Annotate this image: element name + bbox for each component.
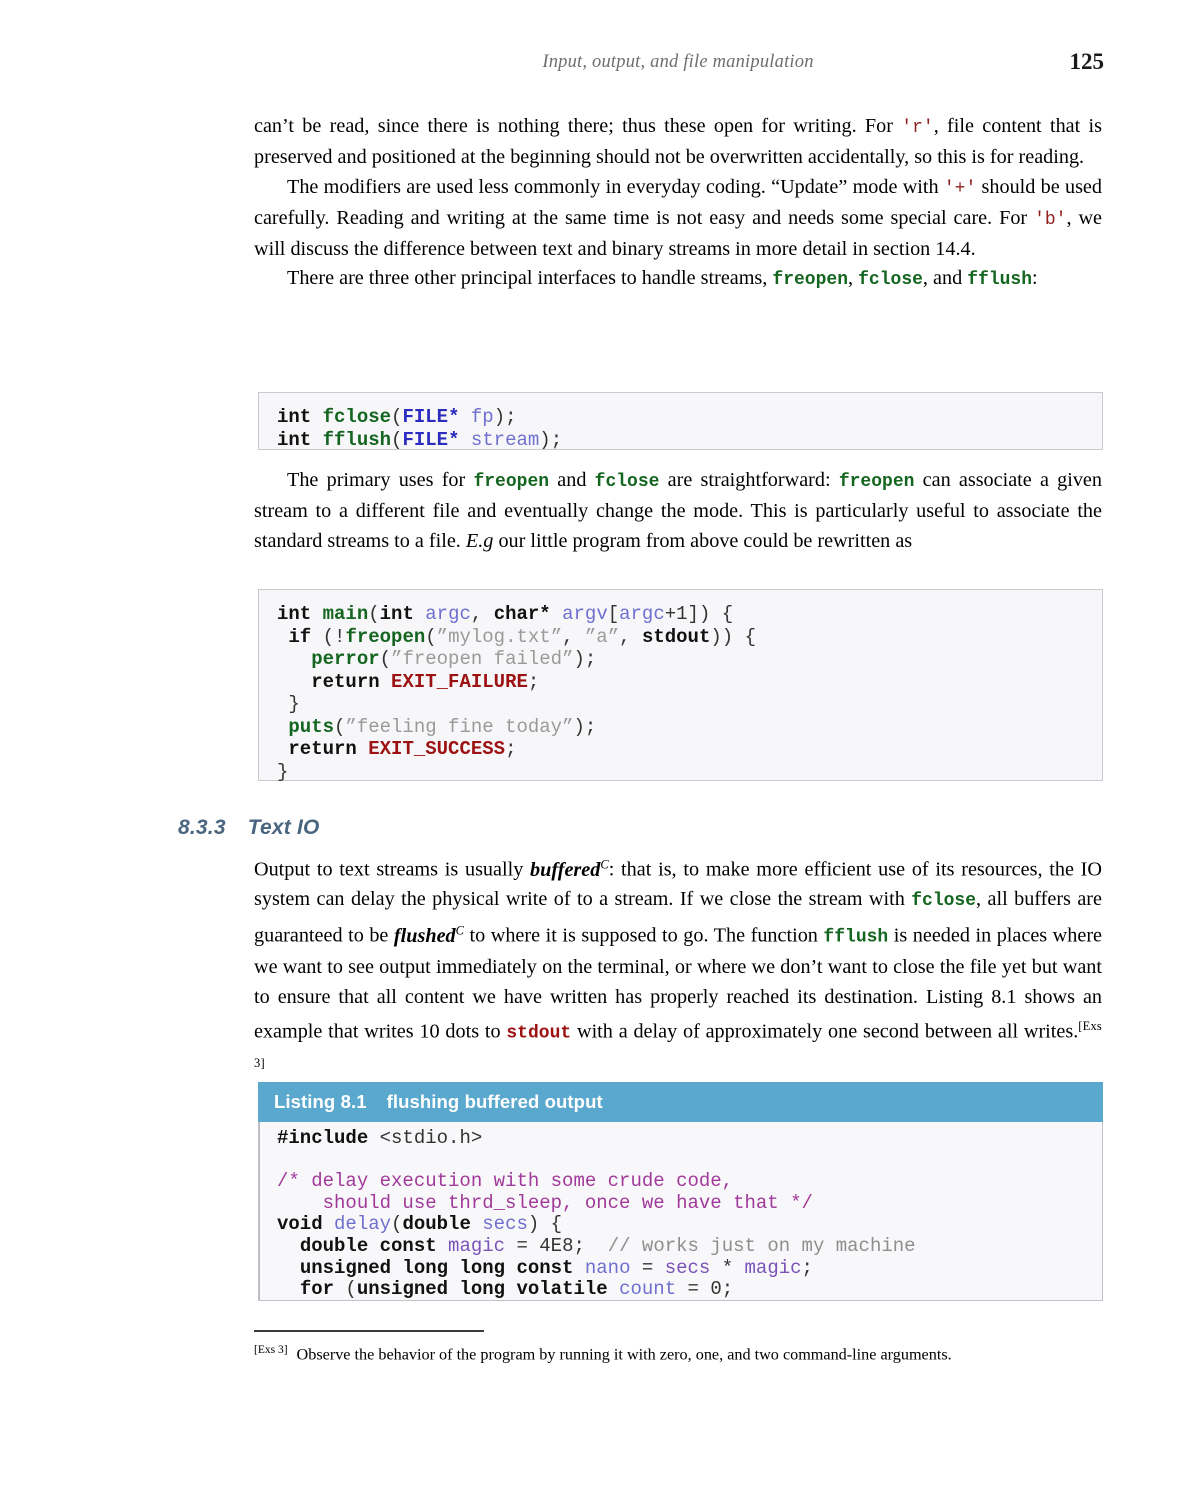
p4-text-b: and xyxy=(549,469,595,491)
paragraph-1: can’t be read, since there is nothing th… xyxy=(254,112,1102,173)
inline-fn-freopen: freopen xyxy=(772,270,849,291)
inline-macro-stdout: stdout xyxy=(506,1023,572,1044)
p5-text-f: with a delay of approximately one second… xyxy=(571,1020,1079,1043)
footnote: [Exs 3] Observe the behavior of the progr… xyxy=(254,1340,1102,1365)
document-page: Input, output, and file manipulation 125… xyxy=(0,0,1196,1500)
inline-code-r: 'r' xyxy=(901,118,934,138)
listing-caption: flushing buffered output xyxy=(386,1091,603,1112)
p3-colon: : xyxy=(1032,267,1038,290)
listing-row: 1#include <stdio.h> xyxy=(259,1127,1102,1150)
p3-sep-1: , xyxy=(848,267,859,290)
term-flushed: flushedC xyxy=(393,923,464,948)
listing-line-code: for (unsigned long volatile count = 0; xyxy=(299,1278,734,1301)
listing-body: 1#include <stdio.h>2 3/* delay execution… xyxy=(258,1122,1103,1301)
listing-code: 1#include <stdio.h>2 3/* delay execution… xyxy=(259,1122,1102,1301)
page-number: 125 xyxy=(1069,49,1105,74)
code-block-2-content: int main(int argc, char* argv[argc+1]) {… xyxy=(277,603,756,783)
listing-row: 6 double const magic = 4E8; // works jus… xyxy=(259,1234,1102,1258)
listing-line-code: /* delay execution with some crude code, xyxy=(277,1170,734,1193)
listing-8-1: Listing 8.1 flushing buffered output 1#in… xyxy=(258,1082,1103,1301)
listing-row: 4 should use thrd_sleep, once we have th… xyxy=(259,1191,1102,1215)
term-buffered-sup: C xyxy=(600,857,609,871)
text-column-2: The primary uses for freopen and fclose … xyxy=(254,466,1102,556)
inline-fn-fflush: fflush xyxy=(967,270,1033,291)
text-column: can’t be read, since there is nothing th… xyxy=(254,112,1102,296)
p1-text-a: can’t be read, since there is nothing th… xyxy=(254,115,902,137)
inline-fn-freopen-3: freopen xyxy=(838,472,915,492)
listing-line-code: void delay(double secs) { xyxy=(277,1213,563,1236)
term-flushed-sup: C xyxy=(455,923,464,938)
listing-line-code: should use thrd_sleep, once we have that… xyxy=(277,1191,813,1214)
p5-text-a: Output to text streams is usually xyxy=(254,858,531,881)
code-block-fclose-fflush: int fclose(FILE* fp); int fflush(FILE* s… xyxy=(258,392,1103,451)
listing-header: Listing 8.1 flushing buffered output xyxy=(258,1082,1103,1122)
p3-sep-2: , and xyxy=(922,267,968,290)
inline-fn-fflush-2: fflush xyxy=(823,928,889,949)
code-block-main-freopen: int main(int argc, char* argv[argc+1]) {… xyxy=(258,589,1103,783)
p5-text-d: to where it is supposed to go. The funct… xyxy=(463,925,824,948)
paragraph-2: The modifiers are used less commonly in … xyxy=(254,173,1102,265)
code-block-1-content: int fclose(FILE* fp); int fflush(FILE* s… xyxy=(277,406,563,451)
emphasis-eg: E.g xyxy=(465,529,494,552)
term-flushed-word: flushed xyxy=(393,925,456,948)
p3-text-a: There are three other principal interfac… xyxy=(287,267,773,290)
listing-line-code xyxy=(259,1150,288,1172)
section-title: Text IO xyxy=(247,816,320,839)
section-heading: 8.3.3 Text IO xyxy=(178,816,320,840)
running-head-title: Input, output, and file manipulation xyxy=(542,52,814,72)
text-column-3: Output to text streams is usually buffer… xyxy=(254,850,1102,1084)
section-number: 8.3.3 xyxy=(178,816,226,839)
p4-text-c: are straightforward: xyxy=(659,469,839,491)
p4-text-e: our little program from above could be r… xyxy=(493,529,913,552)
term-buffered: bufferedC xyxy=(530,857,609,881)
listing-label: Listing 8.1 xyxy=(274,1091,367,1112)
paragraph-4: The primary uses for freopen and fclose … xyxy=(254,466,1102,556)
inline-code-plus: '+' xyxy=(943,178,977,199)
inline-fn-fclose-2: fclose xyxy=(594,472,660,492)
paragraph-5: Output to text streams is usually buffer… xyxy=(254,850,1102,1084)
p4-text-a: The primary uses for xyxy=(287,469,474,491)
listing-row: 3/* delay execution with some crude code… xyxy=(259,1170,1102,1193)
listing-row: 2 xyxy=(259,1150,1102,1172)
footnote-mark: [Exs 3] xyxy=(254,1344,288,1356)
running-head: Input, output, and file manipulation 125 xyxy=(252,49,1105,86)
inline-fn-fclose-3: fclose xyxy=(911,891,977,912)
inline-fn-freopen-2: freopen xyxy=(473,472,550,492)
p2-text-a: The modifiers are used less commonly in … xyxy=(287,175,944,198)
term-buffered-word: buffered xyxy=(530,858,601,881)
listing-row: 7 unsigned long long const nano = secs *… xyxy=(259,1256,1102,1280)
listing-line-code: unsigned long long const nano = secs * m… xyxy=(299,1256,813,1279)
listing-line-code: double const magic = 4E8; // works just … xyxy=(299,1234,916,1257)
listing-row: 5void delay(double secs) { xyxy=(259,1214,1102,1236)
listing-line-code: #include <stdio.h> xyxy=(277,1127,483,1149)
footnote-text: Observe the behavior of the program by r… xyxy=(296,1345,952,1364)
inline-code-b: 'b' xyxy=(1034,209,1067,230)
listing-row: 8 for (unsigned long volatile count = 0; xyxy=(259,1278,1102,1301)
footnote-divider xyxy=(254,1330,484,1332)
inline-fn-fclose: fclose xyxy=(858,270,923,291)
paragraph-3: There are three other principal interfac… xyxy=(254,264,1102,295)
